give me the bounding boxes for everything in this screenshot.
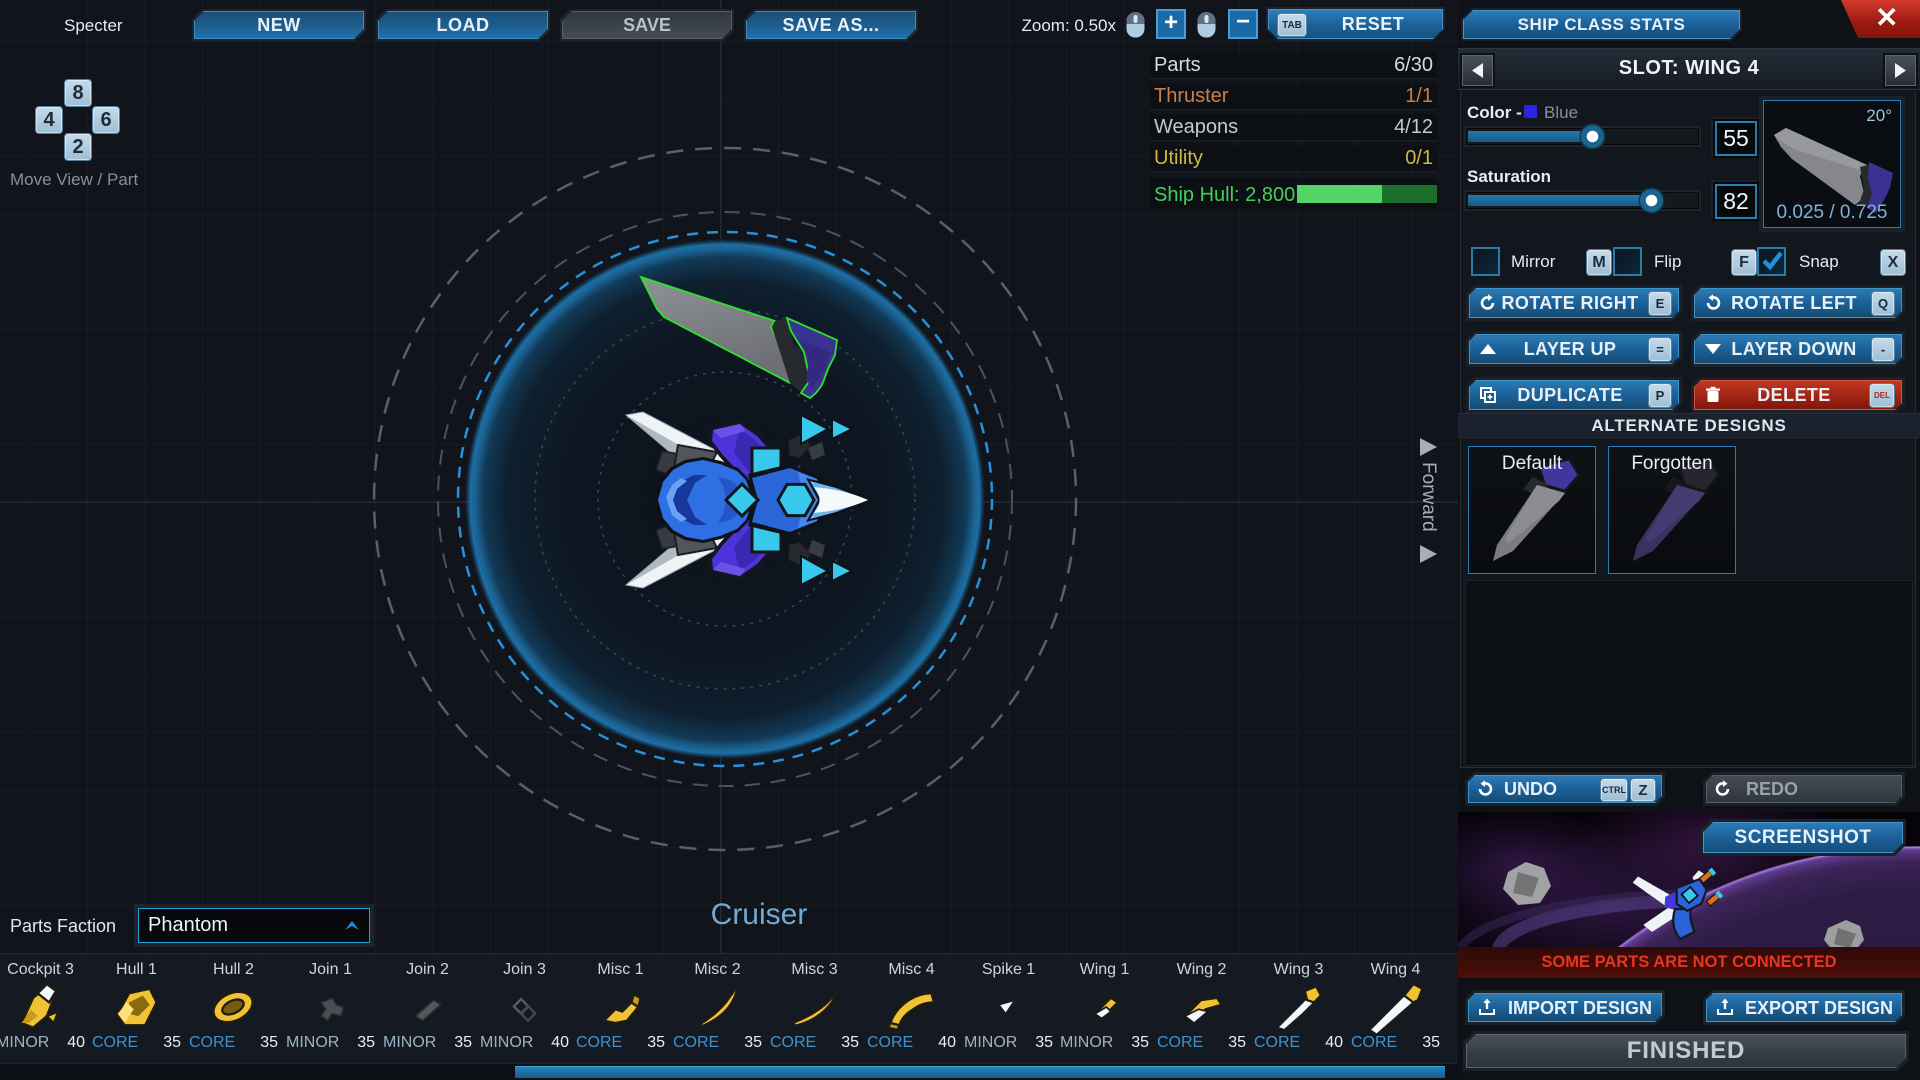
svg-text:Forward: Forward xyxy=(1418,462,1439,532)
svg-text:Cruiser: Cruiser xyxy=(711,898,808,931)
